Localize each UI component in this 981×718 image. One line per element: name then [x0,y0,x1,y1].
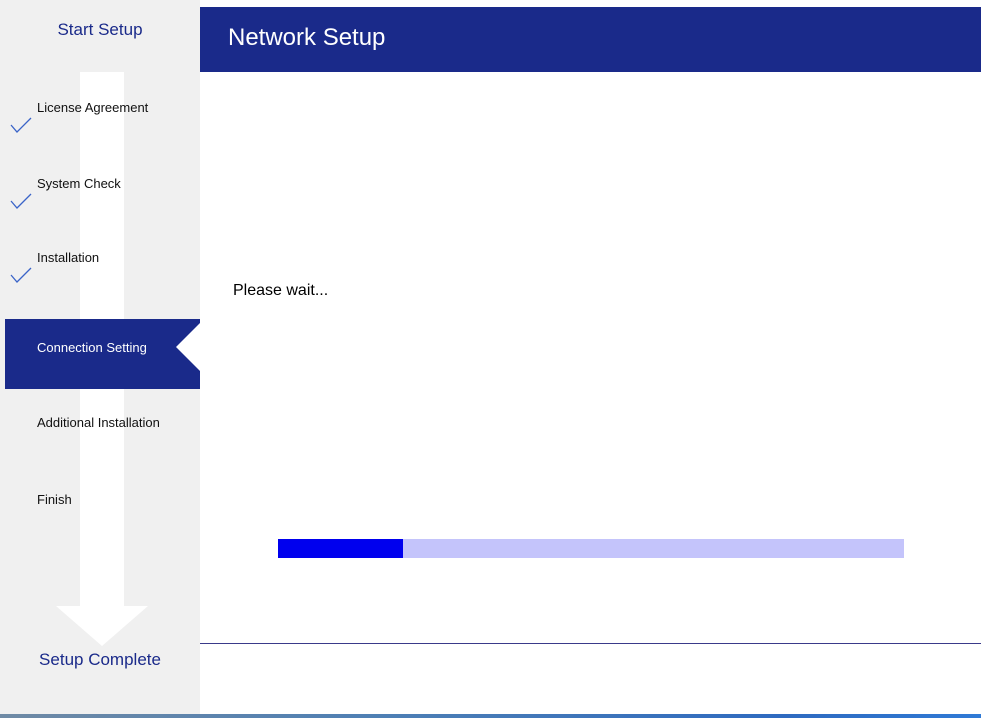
status-text: Please wait... [233,282,329,299]
step-label: Connection Setting [37,340,147,355]
step-additional-installation: Additional Installation [0,403,200,443]
sidebar-footer: Setup Complete [39,650,161,669]
step-label: Additional Installation [37,415,160,430]
step-connection-setting: Connection Setting [5,319,200,389]
sidebar: Start Setup License Agreement System Che… [0,0,200,718]
check-icon [10,193,32,209]
progress-bar [278,539,904,558]
step-installation: Installation [0,250,200,290]
step-label: Finish [37,492,72,507]
step-label: License Agreement [37,100,149,115]
step-label: Installation [37,250,100,265]
progress-fill [278,539,404,558]
check-icon [10,117,32,133]
sidebar-title: Start Setup [57,20,143,39]
taskbar-strip [0,714,981,718]
step-finish: Finish [0,480,200,520]
active-step-pointer [176,323,200,371]
check-icon [10,267,32,283]
header-bar: Network Setup [200,7,981,72]
footer-divider [200,643,981,644]
step-license-agreement: License Agreement [0,100,200,140]
page-title: Network Setup [228,24,386,51]
step-system-check: System Check [0,176,200,216]
setup-window: Start Setup License Agreement System Che… [0,0,981,718]
step-label: System Check [37,176,121,191]
